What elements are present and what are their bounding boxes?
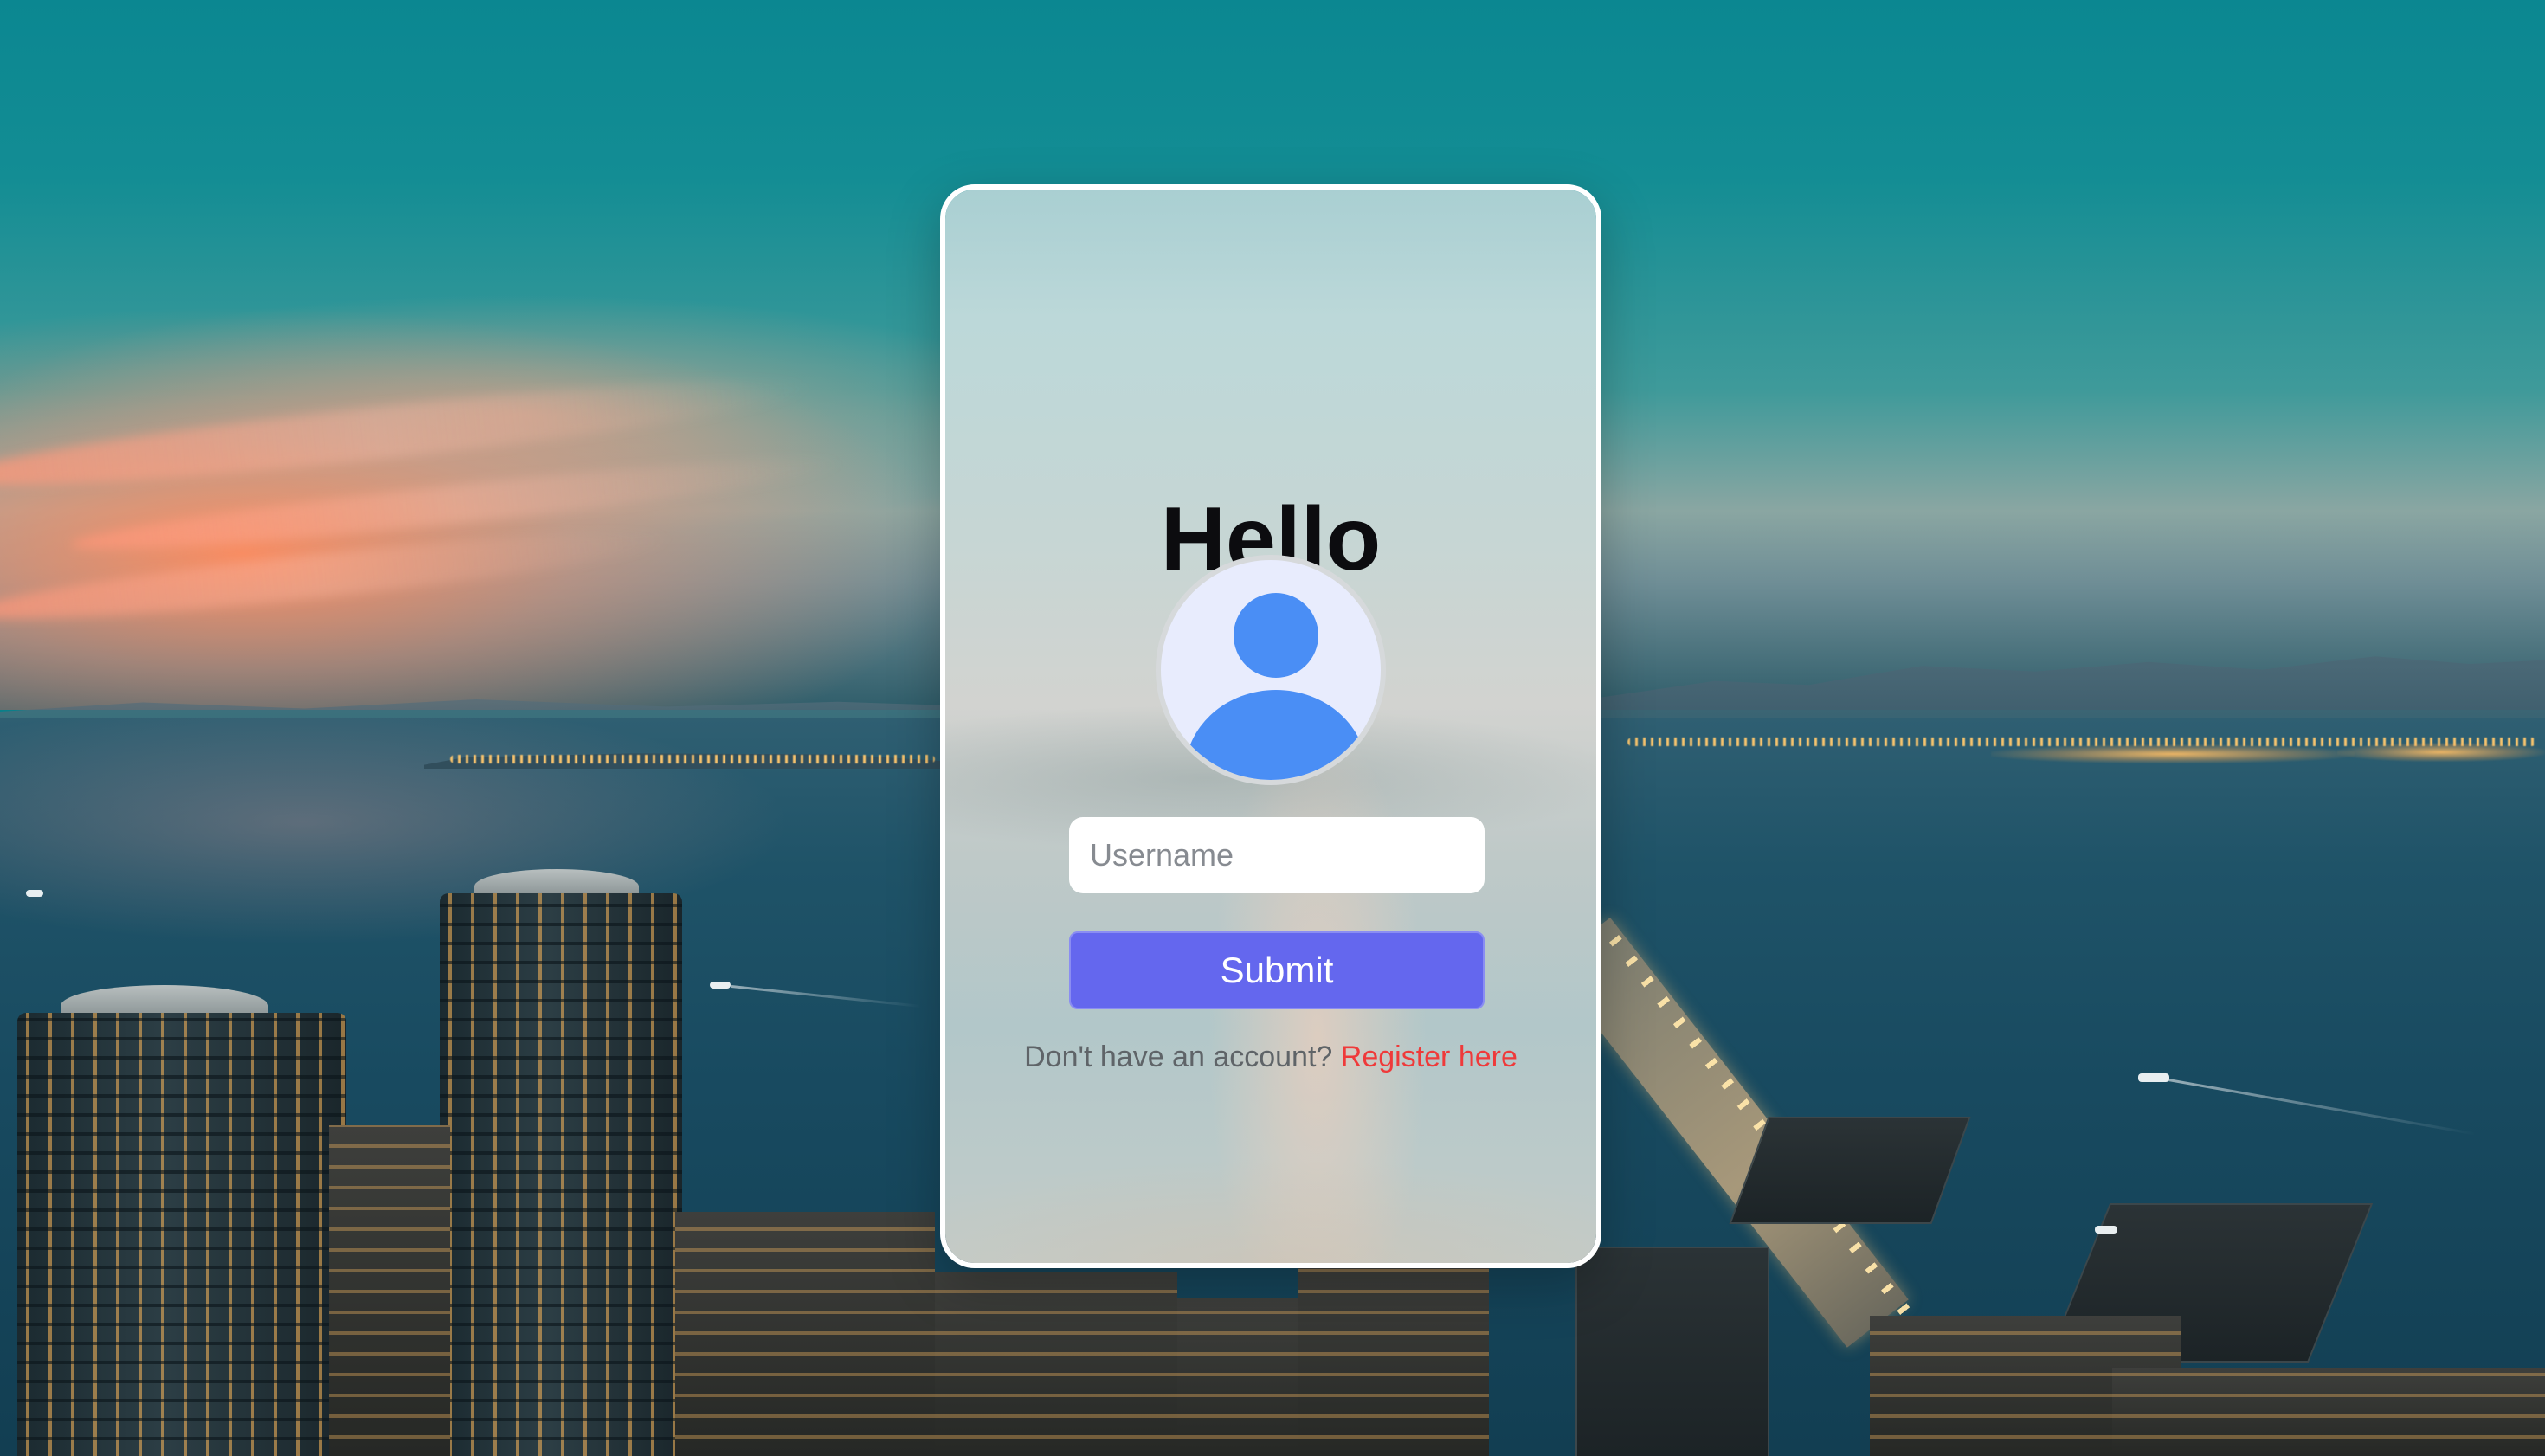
pier xyxy=(1729,1117,1971,1224)
city-lights xyxy=(450,755,935,763)
login-card: Hello Explore more Submit Don't have an … xyxy=(940,184,1601,1268)
pier xyxy=(1575,1247,1769,1456)
avatar-body xyxy=(1185,690,1367,780)
building xyxy=(935,1272,1177,1456)
boat xyxy=(26,890,43,897)
boat xyxy=(710,982,731,989)
submit-button[interactable]: Submit xyxy=(1069,931,1485,1009)
city-lights xyxy=(2337,743,2545,762)
username-input[interactable] xyxy=(1069,817,1485,893)
register-prompt-line: Don't have an account? Register here xyxy=(945,1040,1596,1075)
tower-building xyxy=(17,1013,346,1456)
register-link[interactable]: Register here xyxy=(1341,1040,1517,1073)
building xyxy=(1298,1264,1489,1456)
avatar-circle xyxy=(1156,555,1386,785)
building xyxy=(329,1125,450,1456)
building xyxy=(2112,1368,2545,1456)
boat xyxy=(2095,1226,2117,1234)
user-avatar-icon xyxy=(1156,555,1386,785)
city-lights xyxy=(1991,744,2355,763)
tower-building xyxy=(440,893,682,1456)
login-form: Hello Explore more Submit Don't have an … xyxy=(945,190,1596,1263)
boat xyxy=(2138,1073,2169,1082)
avatar-head xyxy=(1234,593,1318,678)
register-prompt-text: Don't have an account? xyxy=(1024,1040,1341,1073)
building xyxy=(675,1212,935,1456)
